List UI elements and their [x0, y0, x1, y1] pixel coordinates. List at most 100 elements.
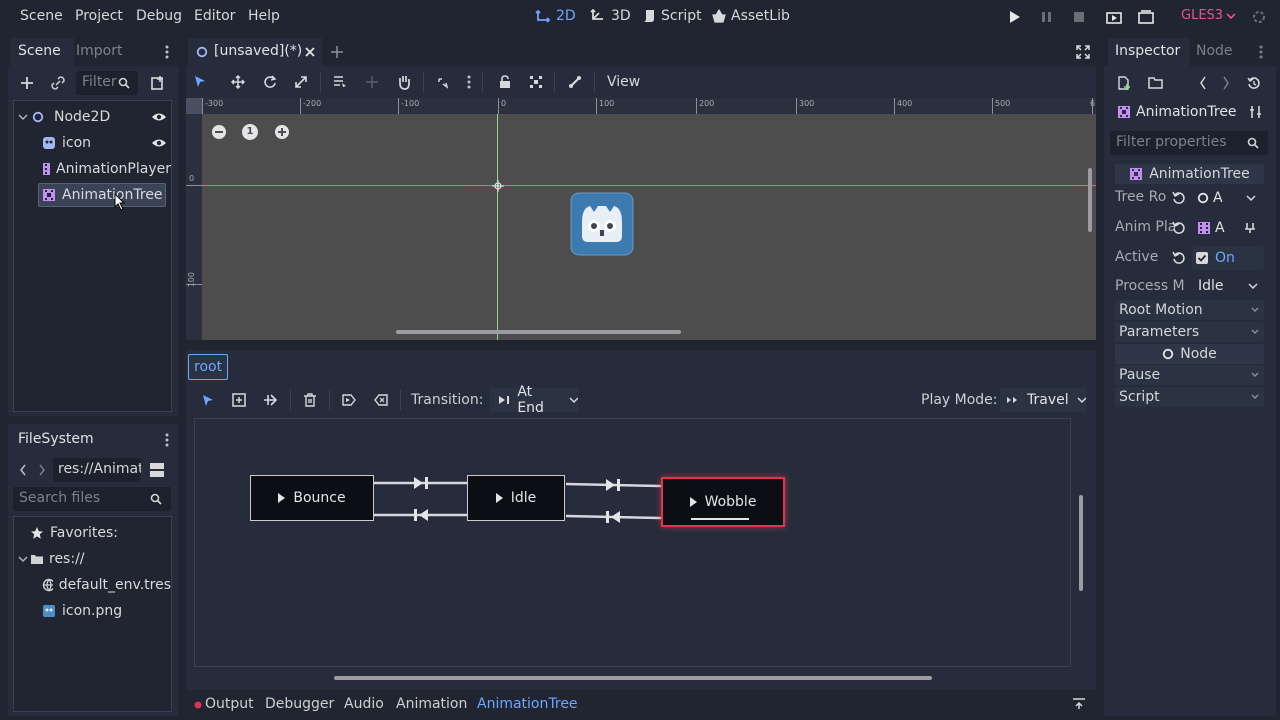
smart-snap-icon[interactable] [437, 75, 451, 89]
select-tool-icon[interactable] [202, 394, 214, 408]
end-node-icon[interactable] [374, 394, 388, 406]
tab-animation[interactable]: Animation [396, 696, 467, 712]
search-files-input[interactable]: Search files [13, 487, 171, 511]
split-mode-icon[interactable] [149, 462, 165, 478]
play-scene-icon[interactable] [1106, 10, 1122, 24]
play-custom-scene-icon[interactable] [1138, 10, 1154, 24]
tab-import[interactable]: Import [76, 43, 122, 59]
delete-icon[interactable] [303, 393, 317, 407]
scale-tool-icon[interactable] [294, 75, 308, 89]
state-node-wobble[interactable]: Wobble [661, 477, 785, 527]
transition-select[interactable]: At End [490, 384, 578, 416]
lock-icon[interactable] [499, 75, 511, 89]
bones-tool-icon[interactable] [568, 75, 582, 89]
create-node-icon[interactable] [232, 393, 246, 407]
instance-scene-icon[interactable] [150, 75, 166, 91]
snap-options-icon[interactable] [466, 74, 472, 90]
chevron-down-icon[interactable] [18, 554, 28, 564]
prop-value-tree-root[interactable]: A [1192, 186, 1264, 210]
autoplay-icon[interactable] [342, 394, 356, 406]
play-icon[interactable] [1009, 10, 1021, 24]
tab-animationtree[interactable]: AnimationTree [477, 696, 578, 712]
menu-editor[interactable]: Editor [194, 8, 235, 24]
zoom-reset-button[interactable]: 1 [242, 124, 258, 140]
dock-menu-icon[interactable] [1258, 44, 1264, 60]
state-machine-graph[interactable]: Bounce Idle Wobble [194, 418, 1083, 667]
forward-arrow-icon[interactable] [38, 464, 46, 476]
dock-menu-icon[interactable] [164, 44, 170, 60]
tab-scene[interactable]: Scene [18, 43, 61, 59]
prop-value-anim-player[interactable]: A [1192, 216, 1264, 240]
renderer-selector[interactable]: GLES3 [1181, 8, 1236, 23]
tab-inspector[interactable]: Inspector [1115, 43, 1180, 59]
graph-v-scrollbar[interactable] [1079, 495, 1083, 591]
tab-node[interactable]: Node [1196, 43, 1233, 59]
section-script[interactable]: Script [1115, 387, 1264, 407]
move-tool-icon[interactable] [231, 75, 245, 89]
tab-filesystem[interactable]: FileSystem [18, 431, 94, 447]
transition-arrow-icon[interactable] [604, 510, 622, 524]
section-pause[interactable]: Pause [1115, 365, 1264, 385]
menu-help[interactable]: Help [248, 8, 280, 24]
back-arrow-icon[interactable] [1199, 76, 1207, 90]
workspace-2d-button[interactable]: 2D [535, 8, 576, 24]
pivot-tool-icon[interactable] [365, 75, 379, 89]
back-arrow-icon[interactable] [19, 464, 27, 476]
file-item-icon-png[interactable]: icon.png [14, 599, 171, 623]
stop-icon[interactable] [1073, 10, 1085, 24]
menu-scene[interactable]: Scene [20, 8, 63, 24]
workspace-script-button[interactable]: Script [642, 8, 702, 24]
tree-item-animationplayer[interactable]: AnimationPlayer [14, 157, 171, 181]
viewport-v-scrollbar[interactable] [1088, 168, 1092, 232]
add-node-icon[interactable] [20, 76, 34, 90]
menu-debug[interactable]: Debug [136, 8, 182, 24]
rotate-tool-icon[interactable] [263, 75, 277, 89]
revert-icon[interactable] [1172, 251, 1186, 265]
revert-icon[interactable] [1172, 221, 1186, 235]
workspace-assetlib-button[interactable]: AssetLib [712, 8, 790, 24]
tab-output[interactable]: Output [205, 696, 254, 712]
file-item-default-env[interactable]: default_env.tres [14, 573, 171, 597]
pause-icon[interactable] [1041, 10, 1053, 24]
state-node-bounce[interactable]: Bounce [250, 475, 374, 521]
viewport-2d[interactable]: -300 -200 -100 0 100 200 300 400 500 6 0… [186, 98, 1096, 340]
state-node-idle[interactable]: Idle [467, 475, 565, 521]
play-state-icon[interactable] [495, 493, 503, 503]
play-state-icon[interactable] [689, 497, 697, 507]
menu-project[interactable]: Project [75, 8, 123, 24]
path-field[interactable]: res://Animat [53, 458, 141, 482]
res-folder-item[interactable]: res:// [14, 547, 171, 571]
expand-panel-icon[interactable] [1072, 698, 1086, 710]
section-root-motion[interactable]: Root Motion [1115, 300, 1264, 320]
tree-item-animationtree[interactable]: AnimationTree [38, 183, 166, 207]
pan-tool-icon[interactable] [397, 74, 411, 90]
select-tool-icon[interactable] [194, 75, 206, 89]
prop-value-process-mode[interactable]: Idle [1192, 274, 1264, 298]
tab-audio[interactable]: Audio [344, 696, 384, 712]
close-icon[interactable] [304, 46, 316, 58]
forward-arrow-icon[interactable] [1222, 76, 1230, 90]
tree-item-icon[interactable]: icon [14, 131, 171, 155]
list-select-icon[interactable] [333, 75, 347, 89]
play-mode-select[interactable]: Travel [1000, 388, 1086, 412]
view-menu[interactable]: View [607, 74, 640, 90]
workspace-3d-button[interactable]: 3D [590, 8, 631, 24]
transition-arrow-icon[interactable] [412, 476, 430, 490]
visibility-eye-icon[interactable] [151, 137, 167, 149]
favorites-item[interactable]: Favorites: [14, 521, 171, 545]
zoom-out-icon[interactable] [211, 124, 227, 140]
viewport-h-scrollbar[interactable] [396, 330, 681, 334]
prop-value-active-checkbox[interactable]: On [1192, 246, 1264, 270]
section-parameters[interactable]: Parameters [1115, 322, 1264, 342]
add-tab-icon[interactable] [330, 45, 344, 59]
graph-h-scrollbar[interactable] [334, 676, 932, 680]
transition-arrow-icon[interactable] [412, 508, 430, 522]
chevron-down-icon[interactable] [18, 112, 28, 122]
tree-item-node2d[interactable]: Node2D [14, 105, 171, 129]
group-icon[interactable] [529, 75, 543, 89]
visibility-eye-icon[interactable] [151, 111, 167, 123]
filter-properties-input[interactable]: Filter properties [1110, 131, 1268, 155]
connect-nodes-icon[interactable] [263, 393, 277, 407]
play-state-icon[interactable] [278, 493, 286, 503]
transition-arrow-icon[interactable] [604, 478, 622, 492]
